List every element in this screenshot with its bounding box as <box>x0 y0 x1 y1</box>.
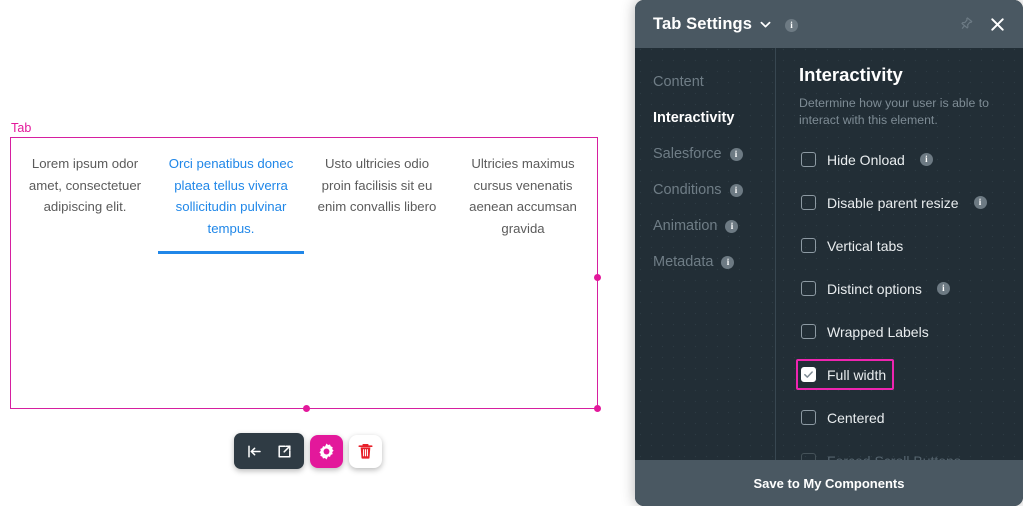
close-icon[interactable] <box>988 15 1007 34</box>
nav-item-label: Interactivity <box>653 110 735 126</box>
component-toolbar[interactable] <box>234 433 382 469</box>
option-row-wrapped-labels[interactable]: Wrapped Labels <box>796 316 937 347</box>
checkbox[interactable] <box>801 367 816 382</box>
tab-component[interactable]: Lorem ipsum odor amet, consectetuer adip… <box>12 139 596 254</box>
tab-item-4[interactable]: Ultricies maximus cursus venenatis aenea… <box>450 139 596 251</box>
tab-item-3[interactable]: Usto ultricies odio proin facilisis sit … <box>304 139 450 230</box>
option-label: Disable parent resize <box>827 194 959 211</box>
info-icon[interactable]: i <box>725 219 739 233</box>
info-icon[interactable]: i <box>729 147 743 161</box>
nav-item-label: Conditions <box>653 182 722 198</box>
toolbar-pill <box>234 433 304 469</box>
resize-handle-right[interactable] <box>594 274 601 281</box>
info-icon[interactable]: i <box>784 15 798 33</box>
option-row-centered[interactable]: Centered <box>796 402 893 433</box>
option-label: Centered <box>827 409 885 426</box>
checkbox[interactable] <box>801 410 816 425</box>
resize-handle-bottom-right[interactable] <box>594 405 601 412</box>
info-icon[interactable]: i <box>936 282 950 295</box>
check-icon <box>804 371 813 378</box>
option-row-hide-onload[interactable]: Hide Onload i <box>796 144 941 175</box>
pin-icon[interactable] <box>958 16 974 32</box>
move-left-icon[interactable] <box>241 438 267 464</box>
option-row-full-width[interactable]: Full width <box>796 359 895 390</box>
trash-icon <box>358 443 373 459</box>
resize-handle-bottom[interactable] <box>303 405 310 412</box>
nav-item-salesforce[interactable]: Salesforce i <box>653 136 775 172</box>
checkbox[interactable] <box>801 238 816 253</box>
option-label: Hide Onload <box>827 151 905 168</box>
settings-button[interactable] <box>310 434 343 468</box>
info-icon[interactable]: i <box>729 183 743 197</box>
nav-item-label: Metadata <box>653 254 714 270</box>
option-label: Distinct options <box>827 280 922 297</box>
nav-item-animation[interactable]: Animation i <box>653 208 775 244</box>
nav-item-label: Animation <box>653 218 718 234</box>
checkbox[interactable] <box>801 152 816 167</box>
info-icon[interactable]: i <box>721 255 735 269</box>
panel-content: Interactivity Determine how your user is… <box>776 48 1023 469</box>
info-icon[interactable]: i <box>919 153 933 166</box>
nav-item-metadata[interactable]: Metadata i <box>653 244 775 280</box>
option-label: Wrapped Labels <box>827 323 929 340</box>
delete-button[interactable] <box>349 434 382 468</box>
option-label: Full width <box>827 366 887 383</box>
checkbox[interactable] <box>801 281 816 296</box>
save-to-my-components-button[interactable]: Save to My Components <box>635 460 1023 506</box>
gear-icon <box>319 443 334 459</box>
panel-title: Tab Settings <box>653 14 752 33</box>
info-icon-glyph: i <box>784 19 798 32</box>
nav-item-content[interactable]: Content <box>653 64 775 100</box>
nav-item-label: Salesforce <box>653 146 722 162</box>
settings-panel[interactable]: Tab Settings i ContentInteractivitySal <box>635 0 1023 506</box>
info-icon[interactable]: i <box>973 196 987 209</box>
nav-item-label: Content <box>653 74 704 90</box>
option-row-disable-parent-resize[interactable]: Disable parent resize i <box>796 187 995 218</box>
tab-item-1[interactable]: Lorem ipsum odor amet, consectetuer adip… <box>12 139 158 230</box>
checkbox[interactable] <box>801 324 816 339</box>
option-row-distinct-options[interactable]: Distinct options i <box>796 273 958 304</box>
nav-item-interactivity[interactable]: Interactivity <box>653 100 775 136</box>
option-label: Vertical tabs <box>827 237 904 254</box>
component-label: Tab <box>11 121 32 135</box>
section-title: Interactivity <box>799 64 903 85</box>
design-canvas[interactable]: Tab Lorem ipsum odor amet, consectetuer … <box>0 0 635 506</box>
option-row-vertical-tabs[interactable]: Vertical tabs <box>796 230 911 261</box>
panel-nav[interactable]: Content Interactivity Salesforce i Condition… <box>635 48 776 460</box>
nav-item-conditions[interactable]: Conditions i <box>653 172 775 208</box>
options-list: Hide Onload i Disable parent resize i Vertic… <box>796 144 1005 476</box>
external-link-icon[interactable] <box>271 438 297 464</box>
tab-item-2[interactable]: Orci penatibus donec platea tellus viver… <box>158 139 304 254</box>
section-subtitle: Determine how your user is able to inter… <box>799 96 990 127</box>
panel-header: Tab Settings i <box>635 0 1023 48</box>
checkbox[interactable] <box>801 195 816 210</box>
panel-body: Content Interactivity Salesforce i Condition… <box>635 48 1023 469</box>
chevron-down-icon[interactable] <box>759 18 772 31</box>
